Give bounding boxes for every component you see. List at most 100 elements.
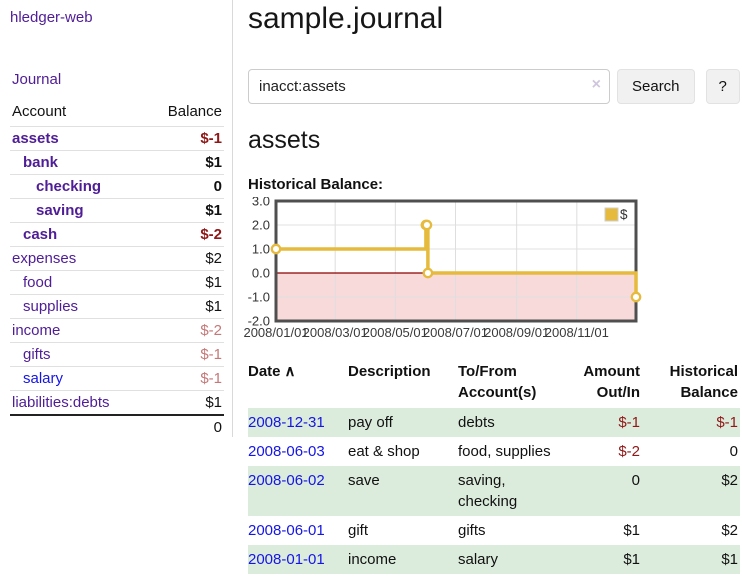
transaction-balance: $1: [648, 545, 740, 574]
account-link-gifts[interactable]: gifts: [23, 346, 51, 363]
register-row: 2008-06-02 save saving, checking 0 $2: [248, 466, 740, 516]
account-row: cash $-2: [10, 223, 224, 247]
account-row: food $1: [10, 271, 224, 295]
svg-text:2008/09/01: 2008/09/01: [484, 325, 549, 340]
account-row: income $-2: [10, 319, 224, 343]
transaction-description: gift: [348, 516, 458, 545]
account-row: liabilities:debts $1: [10, 391, 224, 416]
transaction-description: eat & shop: [348, 437, 458, 466]
transaction-amount: $-1: [568, 408, 648, 437]
transaction-balance: 0: [648, 437, 740, 466]
svg-text:2008/07/01: 2008/07/01: [423, 325, 488, 340]
account-balance: $1: [117, 271, 224, 295]
register-table: Date∧ Description To/From Account(s) Amo…: [248, 359, 740, 574]
svg-text:3.0: 3.0: [252, 197, 270, 209]
account-balance: $1: [117, 391, 224, 416]
svg-text:$: $: [620, 207, 628, 222]
account-link-assets[interactable]: assets: [12, 130, 59, 147]
account-row: expenses $2: [10, 247, 224, 271]
account-balance: $2: [117, 247, 224, 271]
account-balance: 0: [117, 175, 224, 199]
transaction-date-link[interactable]: 2008-06-01: [248, 522, 325, 539]
accounts-total-balance: 0: [117, 415, 224, 439]
account-row: gifts $-1: [10, 343, 224, 367]
svg-text:2008/11/01: 2008/11/01: [545, 325, 609, 340]
account-row: checking 0: [10, 175, 224, 199]
register-row: 2008-01-01 income salary $1 $1: [248, 545, 740, 574]
sort-asc-icon: ∧: [285, 363, 296, 380]
svg-text:0.0: 0.0: [252, 266, 270, 281]
register-header-row: Date∧ Description To/From Account(s) Amo…: [248, 359, 740, 408]
app-title-link[interactable]: hledger-web: [10, 9, 93, 26]
account-link-cash[interactable]: cash: [23, 226, 57, 243]
transaction-amount: $-2: [568, 437, 648, 466]
accounts-total-row: 0: [10, 415, 224, 439]
register-header-date: Date∧: [248, 359, 348, 408]
register-header-description: Description: [348, 359, 458, 408]
account-balance: $1: [117, 151, 224, 175]
svg-text:1.0: 1.0: [252, 242, 270, 257]
account-link-salary[interactable]: salary: [23, 370, 63, 387]
account-row: saving $1: [10, 199, 224, 223]
register-row: 2008-12-31 pay off debts $-1 $-1: [248, 408, 740, 437]
search-input[interactable]: [248, 69, 610, 104]
account-link-bank[interactable]: bank: [23, 154, 58, 171]
svg-text:2008/03/01: 2008/03/01: [303, 325, 368, 340]
account-link-liabilities-debts[interactable]: liabilities:debts: [12, 394, 110, 411]
transaction-date-link[interactable]: 2008-06-02: [248, 472, 325, 489]
accounts-table: Account Balance assets$-1 bank$1 checkin…: [10, 101, 224, 439]
transaction-balance: $2: [648, 466, 740, 516]
transaction-accounts: salary: [458, 545, 568, 574]
sidebar: hledger-web Journal Account Balance asse…: [0, 0, 233, 437]
transaction-balance: $-1: [648, 408, 740, 437]
account-link-food[interactable]: food: [23, 274, 52, 291]
svg-text:2008/01/01: 2008/01/01: [244, 325, 309, 340]
account-row: assets $-1: [10, 127, 224, 151]
transaction-description: save: [348, 466, 458, 516]
transaction-accounts: food, supplies: [458, 437, 568, 466]
register-row: 2008-06-01 gift gifts $1 $2: [248, 516, 740, 545]
chart-heading: Historical Balance:: [248, 176, 740, 193]
account-link-income[interactable]: income: [12, 322, 60, 339]
main-content: sample.journal × Search ? assets Histori…: [248, 0, 740, 574]
account-balance: $-1: [117, 127, 224, 151]
account-link-supplies[interactable]: supplies: [23, 298, 78, 315]
transaction-amount: 0: [568, 466, 648, 516]
account-balance: $-2: [117, 319, 224, 343]
account-row: bank $1: [10, 151, 224, 175]
transaction-accounts: debts: [458, 408, 568, 437]
transaction-description: income: [348, 545, 458, 574]
accounts-header-balance: Balance: [117, 101, 224, 127]
account-balance: $-2: [117, 223, 224, 247]
search-button[interactable]: Search: [617, 69, 695, 104]
help-button[interactable]: ?: [706, 69, 740, 104]
account-link-saving[interactable]: saving: [36, 202, 84, 219]
svg-text:2008/05/01: 2008/05/01: [363, 325, 428, 340]
account-row: salary $-1: [10, 367, 224, 391]
historical-balance-chart: $3.02.01.00.0-1.0-2.02008/01/012008/03/0…: [244, 197, 644, 341]
transaction-date-link[interactable]: 2008-12-31: [248, 414, 325, 431]
transaction-amount: $1: [568, 545, 648, 574]
account-link-expenses[interactable]: expenses: [12, 250, 76, 267]
account-balance: $1: [117, 199, 224, 223]
page-title: sample.journal: [248, 2, 740, 36]
sidebar-item-journal[interactable]: Journal: [12, 71, 61, 88]
clear-search-icon[interactable]: ×: [592, 77, 601, 93]
transaction-date-link[interactable]: 2008-06-03: [248, 443, 325, 460]
register-header-account: To/From Account(s): [458, 359, 568, 408]
account-link-checking[interactable]: checking: [36, 178, 101, 195]
transaction-amount: $1: [568, 516, 648, 545]
register-header-amount: Amount Out/In: [568, 359, 648, 408]
account-balance: $-1: [117, 343, 224, 367]
account-balance: $-1: [117, 367, 224, 391]
search-form: × Search ?: [248, 69, 740, 104]
register-row: 2008-06-03 eat & shop food, supplies $-2…: [248, 437, 740, 466]
transaction-accounts: gifts: [458, 516, 568, 545]
account-balance: $1: [117, 295, 224, 319]
transaction-date-link[interactable]: 2008-01-01: [248, 551, 325, 568]
account-heading: assets: [248, 126, 740, 155]
transaction-description: pay off: [348, 408, 458, 437]
svg-text:2.0: 2.0: [252, 218, 270, 233]
account-row: supplies $1: [10, 295, 224, 319]
transaction-balance: $2: [648, 516, 740, 545]
